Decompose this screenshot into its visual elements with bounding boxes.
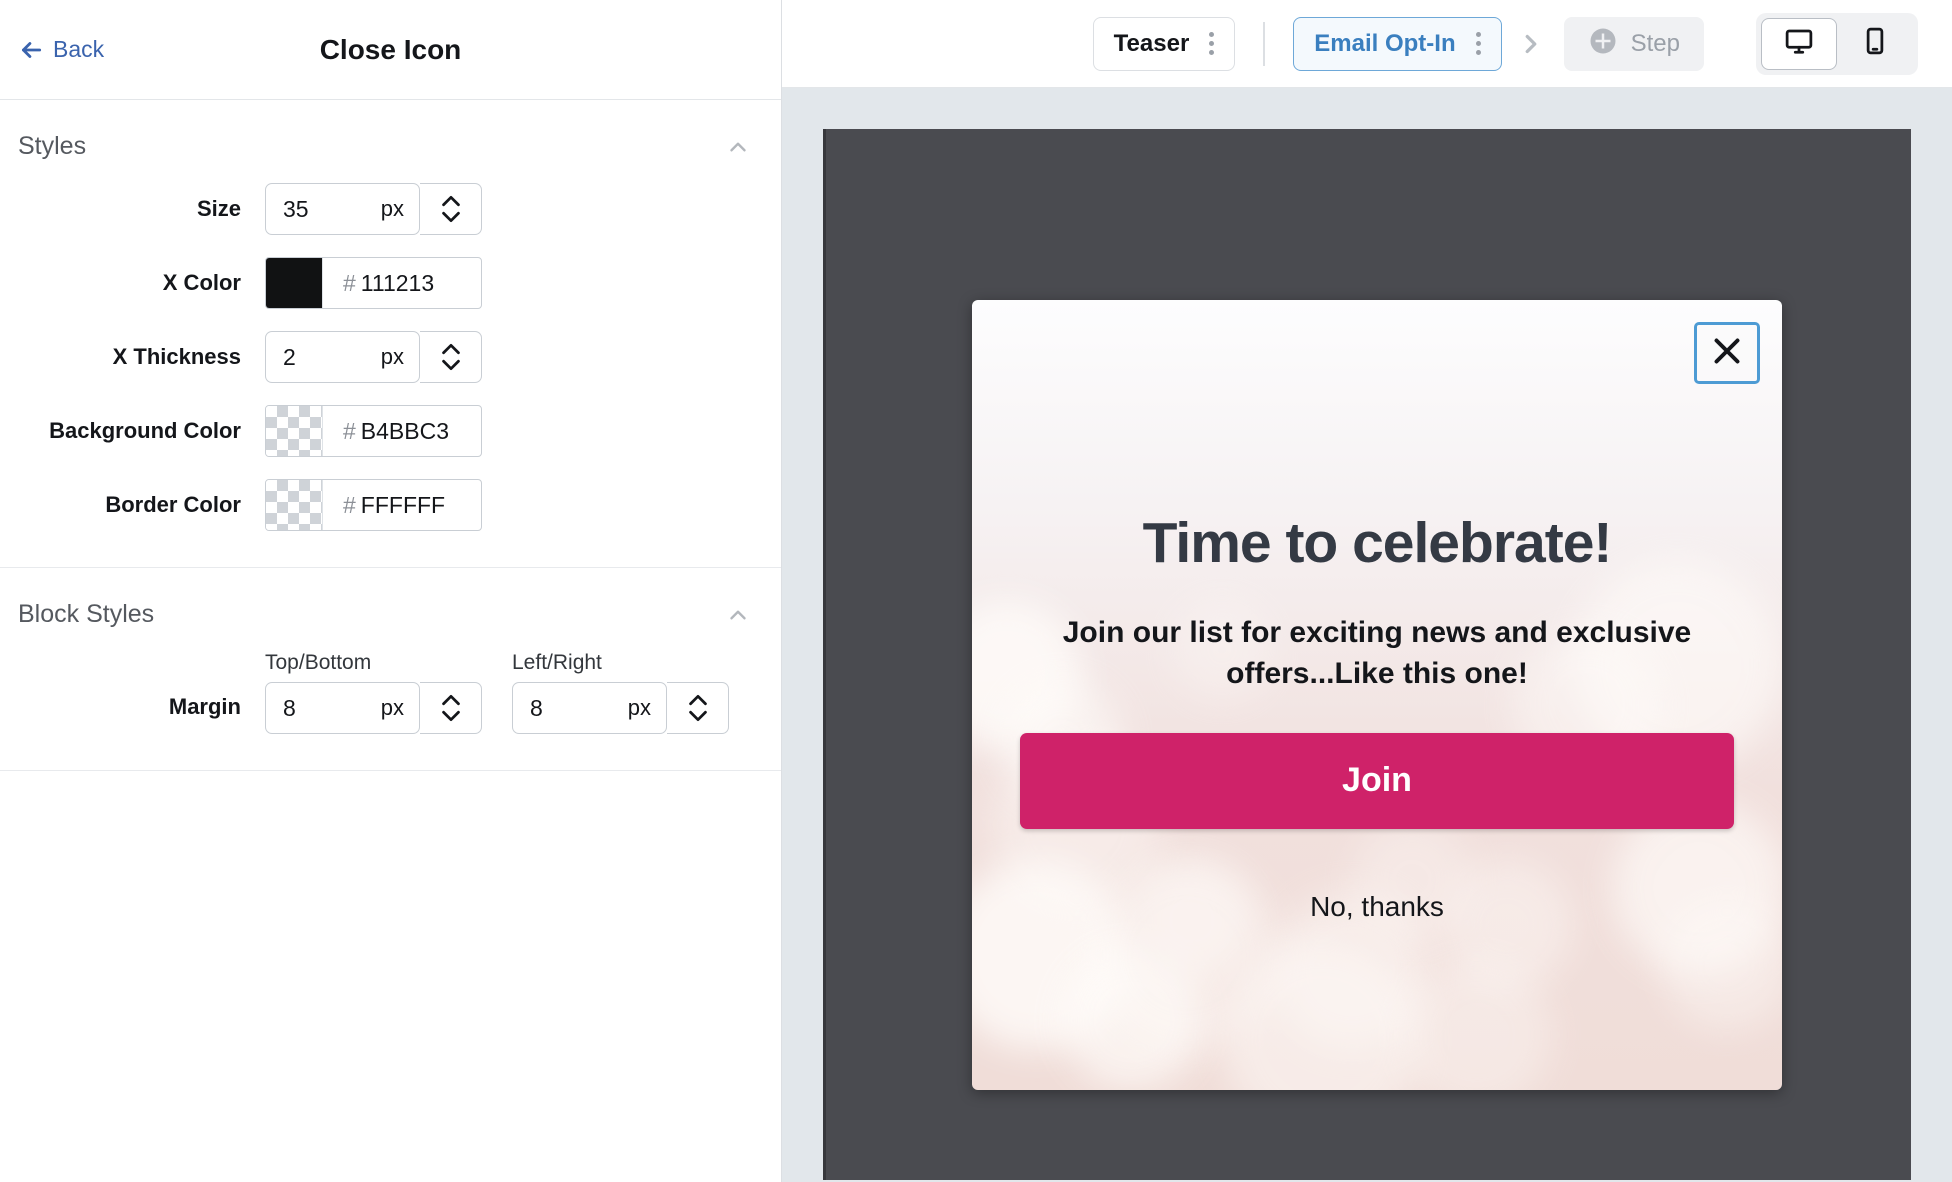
page-title: Close Icon [319,33,462,65]
tab-teaser-label: Teaser [1113,29,1190,57]
hash-symbol: # [343,269,356,296]
editor-main: Teaser Email Opt-In Step Time to celebra… [782,0,1952,1182]
border-color-hex[interactable]: # FFFFFF [322,480,481,530]
x-thickness-input[interactable]: 2 px [265,331,420,383]
email-opt-in-menu-icon[interactable] [1470,32,1487,55]
x-color-hex-value: 111213 [360,269,435,296]
back-button[interactable]: Back [18,36,104,63]
popup-dismiss-link[interactable]: No, thanks [1310,891,1444,923]
device-desktop-button[interactable] [1761,17,1837,70]
x-thickness-value: 2 [283,343,296,370]
margin-left-right-unit: px [627,695,651,720]
hash-symbol: # [343,491,356,518]
margin-top-bottom-caption: Top/Bottom [265,651,372,674]
chevron-right-icon[interactable] [1502,29,1560,59]
background-color-row: Background Color # B4BBC3 [0,405,781,457]
tab-email-opt-in[interactable]: Email Opt-In [1293,16,1502,71]
top-toolbar: Teaser Email Opt-In Step [782,0,1952,88]
add-step-label: Step [1630,29,1680,57]
toolbar-divider [1263,21,1266,66]
popup-subheadline: Join our list for exciting news and excl… [1062,615,1692,691]
margin-left-right-value: 8 [530,694,543,721]
size-input[interactable]: 35 px [265,183,420,235]
margin-left-right-input[interactable]: 8 px [512,682,667,734]
teaser-menu-icon[interactable] [1203,32,1220,55]
background-color-swatch[interactable] [266,406,322,456]
margin-top-bottom-input[interactable]: 8 px [265,682,420,734]
back-arrow-icon [18,37,44,63]
tab-teaser[interactable]: Teaser [1092,16,1236,71]
border-color-row: Border Color # FFFFFF [0,479,781,531]
chevron-up-icon[interactable] [725,134,751,160]
popup-cta-button[interactable]: Join [1020,732,1734,829]
margin-top-bottom-group: Top/Bottom 8 px [265,651,482,734]
background-color-input[interactable]: # B4BBC3 [265,405,482,457]
popup-close-button[interactable] [1694,322,1760,384]
margin-left-right-group: Left/Right 8 px [512,651,729,734]
block-styles-section: Block Styles Margin Top/Bottom 8 px Left… [0,568,781,771]
margin-top-bottom-stepper[interactable] [420,682,482,734]
styles-section: Styles Size 35 px X Color # 111213 X Thi… [0,100,781,568]
x-thickness-label: X Thickness [112,344,241,369]
background-color-hex[interactable]: # B4BBC3 [322,406,481,456]
background-color-label: Background Color [49,418,241,443]
styles-section-title: Styles [18,132,87,160]
margin-top-bottom-unit: px [380,695,404,720]
hash-symbol: # [343,417,356,444]
device-toggle-group [1756,12,1918,75]
margin-left-right-caption: Left/Right [512,651,602,674]
border-color-hex-value: FFFFFF [360,491,446,518]
size-stepper[interactable] [420,183,482,235]
x-color-swatch[interactable] [266,258,322,308]
block-styles-section-title: Block Styles [18,600,155,628]
add-step-button[interactable]: Step [1563,16,1704,71]
margin-top-bottom-value: 8 [283,694,296,721]
border-color-input[interactable]: # FFFFFF [265,479,482,531]
x-thickness-stepper[interactable] [420,331,482,383]
block-styles-section-header[interactable]: Block Styles [0,568,781,651]
chevron-up-icon[interactable] [725,602,751,628]
x-color-label: X Color [162,270,241,295]
margin-left-right-stepper[interactable] [667,682,729,734]
styles-section-header[interactable]: Styles [0,100,781,183]
x-color-input[interactable]: # 111213 [265,257,482,309]
x-color-row: X Color # 111213 [0,257,781,309]
border-color-swatch[interactable] [266,480,322,530]
background-color-hex-value: B4BBC3 [360,417,450,444]
back-label: Back [53,36,105,62]
size-value: 35 [283,195,309,222]
margin-label: Margin [168,694,241,719]
device-mobile-button[interactable] [1837,18,1913,70]
phone-icon [1860,26,1890,61]
border-color-label: Border Color [105,492,241,517]
size-label: Size [196,196,241,221]
x-thickness-row: X Thickness 2 px [0,331,781,383]
monitor-icon [1784,26,1814,61]
close-icon [1709,333,1745,374]
settings-sidebar: Back Close Icon Styles Size 35 px X Colo… [0,0,782,1182]
size-row: Size 35 px [0,183,781,235]
tab-email-opt-in-label: Email Opt-In [1314,29,1456,57]
popup-preview: Time to celebrate! Join our list for exc… [972,300,1782,1090]
editor-app: Back Close Icon Styles Size 35 px X Colo… [0,0,1952,1182]
size-unit: px [380,196,404,221]
popup-headline: Time to celebrate! [1142,511,1613,575]
x-thickness-unit: px [380,344,404,369]
preview-stage: Time to celebrate! Join our list for exc… [823,129,1911,1180]
plus-circle-icon [1588,26,1618,61]
x-color-hex[interactable]: # 111213 [322,258,481,308]
sidebar-header: Back Close Icon [0,0,781,100]
preview-canvas: Time to celebrate! Join our list for exc… [782,88,1952,1182]
popup-content: Time to celebrate! Join our list for exc… [972,300,1782,1090]
margin-row: Margin Top/Bottom 8 px Left/Right 8 px [0,651,781,734]
